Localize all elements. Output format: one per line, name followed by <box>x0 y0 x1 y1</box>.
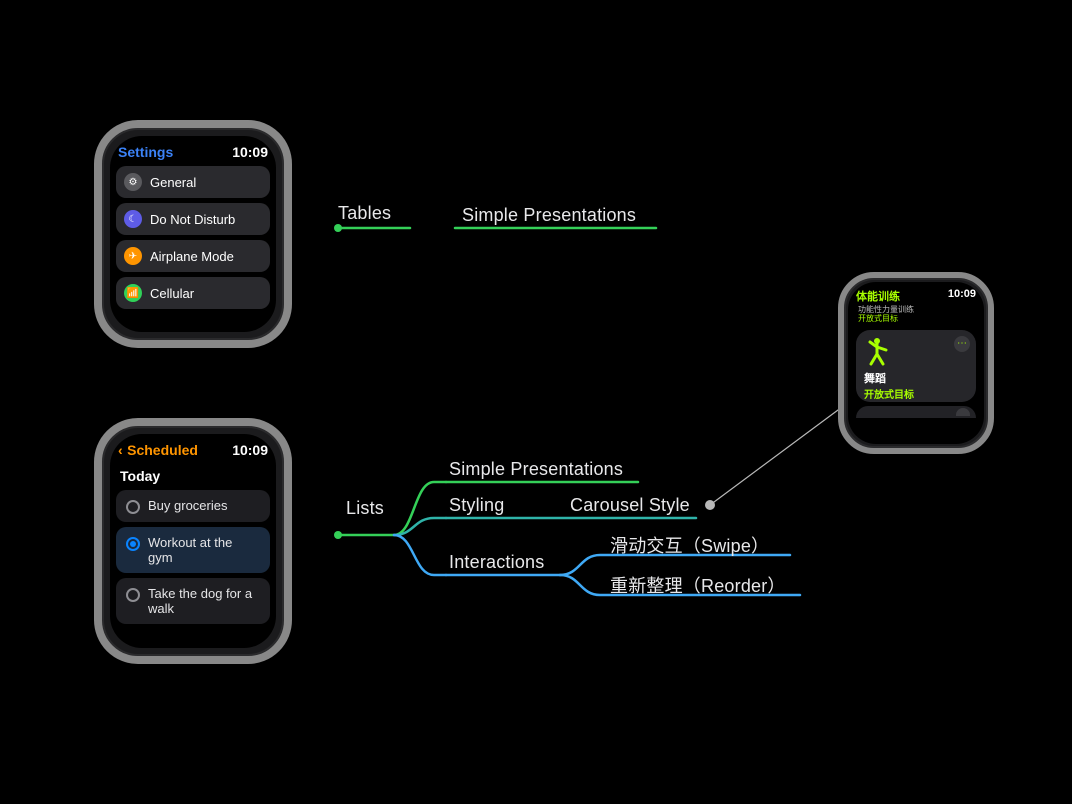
side-button[interactable] <box>990 348 994 384</box>
cellular-icon: 📶 <box>124 284 142 302</box>
status-time: 10:09 <box>232 144 268 160</box>
settings-row[interactable]: ☾ Do Not Disturb <box>116 203 270 235</box>
reminder-row[interactable]: Buy groceries <box>116 490 270 522</box>
more-icon[interactable]: ⋯ <box>954 336 970 352</box>
status-time: 10:09 <box>948 288 976 304</box>
node-lists-simple[interactable]: Simple Presentations <box>449 459 623 480</box>
node-lists-swipe[interactable]: 滑动交互（Swipe） <box>610 532 769 558</box>
general-icon: ⚙ <box>124 173 142 191</box>
status-time: 10:09 <box>232 442 268 458</box>
chevron-left-icon: ‹ <box>118 442 123 458</box>
watch-workout: 体能训练 10:09 功能性力量训练 开放式目标 ⋯ 舞蹈 开放式目标 <box>838 272 994 454</box>
node-lists-interactions[interactable]: Interactions <box>449 552 544 573</box>
more-icon <box>956 408 970 416</box>
section-heading-today: Today <box>110 466 276 490</box>
reminder-radio[interactable] <box>126 500 140 514</box>
peek-card-subtitle: 开放式目标 <box>858 315 974 324</box>
reminder-row[interactable]: Workout at the gym <box>116 527 270 573</box>
reminder-label: Buy groceries <box>148 498 227 513</box>
watch-reminders: ‹ Scheduled 10:09 Today Buy groceries Wor… <box>94 418 292 664</box>
node-lists-reorder[interactable]: 重新整理（Reorder） <box>610 572 786 598</box>
side-button[interactable] <box>288 228 292 276</box>
settings-row[interactable]: ✈ Airplane Mode <box>116 240 270 272</box>
back-button[interactable]: ‹ Scheduled <box>118 442 198 460</box>
screen-title: 体能训练 <box>856 288 900 304</box>
reminder-radio[interactable] <box>126 537 140 551</box>
settings-row-label: General <box>150 175 196 190</box>
airplane-icon: ✈ <box>124 247 142 265</box>
digital-crown[interactable] <box>990 314 994 340</box>
screen-title: Settings <box>118 144 173 160</box>
settings-row[interactable]: ⚙ General <box>116 166 270 198</box>
settings-row-label: Do Not Disturb <box>150 212 235 227</box>
card-title: 舞蹈 <box>864 370 968 386</box>
node-lists[interactable]: Lists <box>346 498 384 519</box>
reminder-radio[interactable] <box>126 588 140 602</box>
dnd-icon: ☾ <box>124 210 142 228</box>
settings-row-label: Cellular <box>150 286 194 301</box>
digital-crown[interactable] <box>288 178 292 214</box>
card-subtitle: 开放式目标 <box>864 386 968 401</box>
diagram-stage: Settings 10:09 ⚙ General ☾ Do Not Disturb ✈ A… <box>0 0 1072 804</box>
reminder-label: Take the dog for a walk <box>148 586 260 616</box>
side-button[interactable] <box>288 530 292 578</box>
node-tables[interactable]: Tables <box>338 203 391 224</box>
next-card-peek[interactable] <box>856 406 976 418</box>
reminder-label: Workout at the gym <box>148 535 260 565</box>
workout-card-dance[interactable]: ⋯ 舞蹈 开放式目标 <box>856 330 976 402</box>
settings-row-label: Airplane Mode <box>150 249 234 264</box>
digital-crown[interactable] <box>288 476 292 512</box>
dance-icon <box>864 336 894 366</box>
node-lists-styling[interactable]: Styling <box>449 495 504 516</box>
reminder-row[interactable]: Take the dog for a walk <box>116 578 270 624</box>
watch-settings: Settings 10:09 ⚙ General ☾ Do Not Disturb ✈ A… <box>94 120 292 348</box>
settings-row[interactable]: 📶 Cellular <box>116 277 270 309</box>
node-lists-carousel[interactable]: Carousel Style <box>570 495 690 516</box>
node-tables-simple[interactable]: Simple Presentations <box>462 205 636 226</box>
screen-title: Scheduled <box>127 442 198 458</box>
